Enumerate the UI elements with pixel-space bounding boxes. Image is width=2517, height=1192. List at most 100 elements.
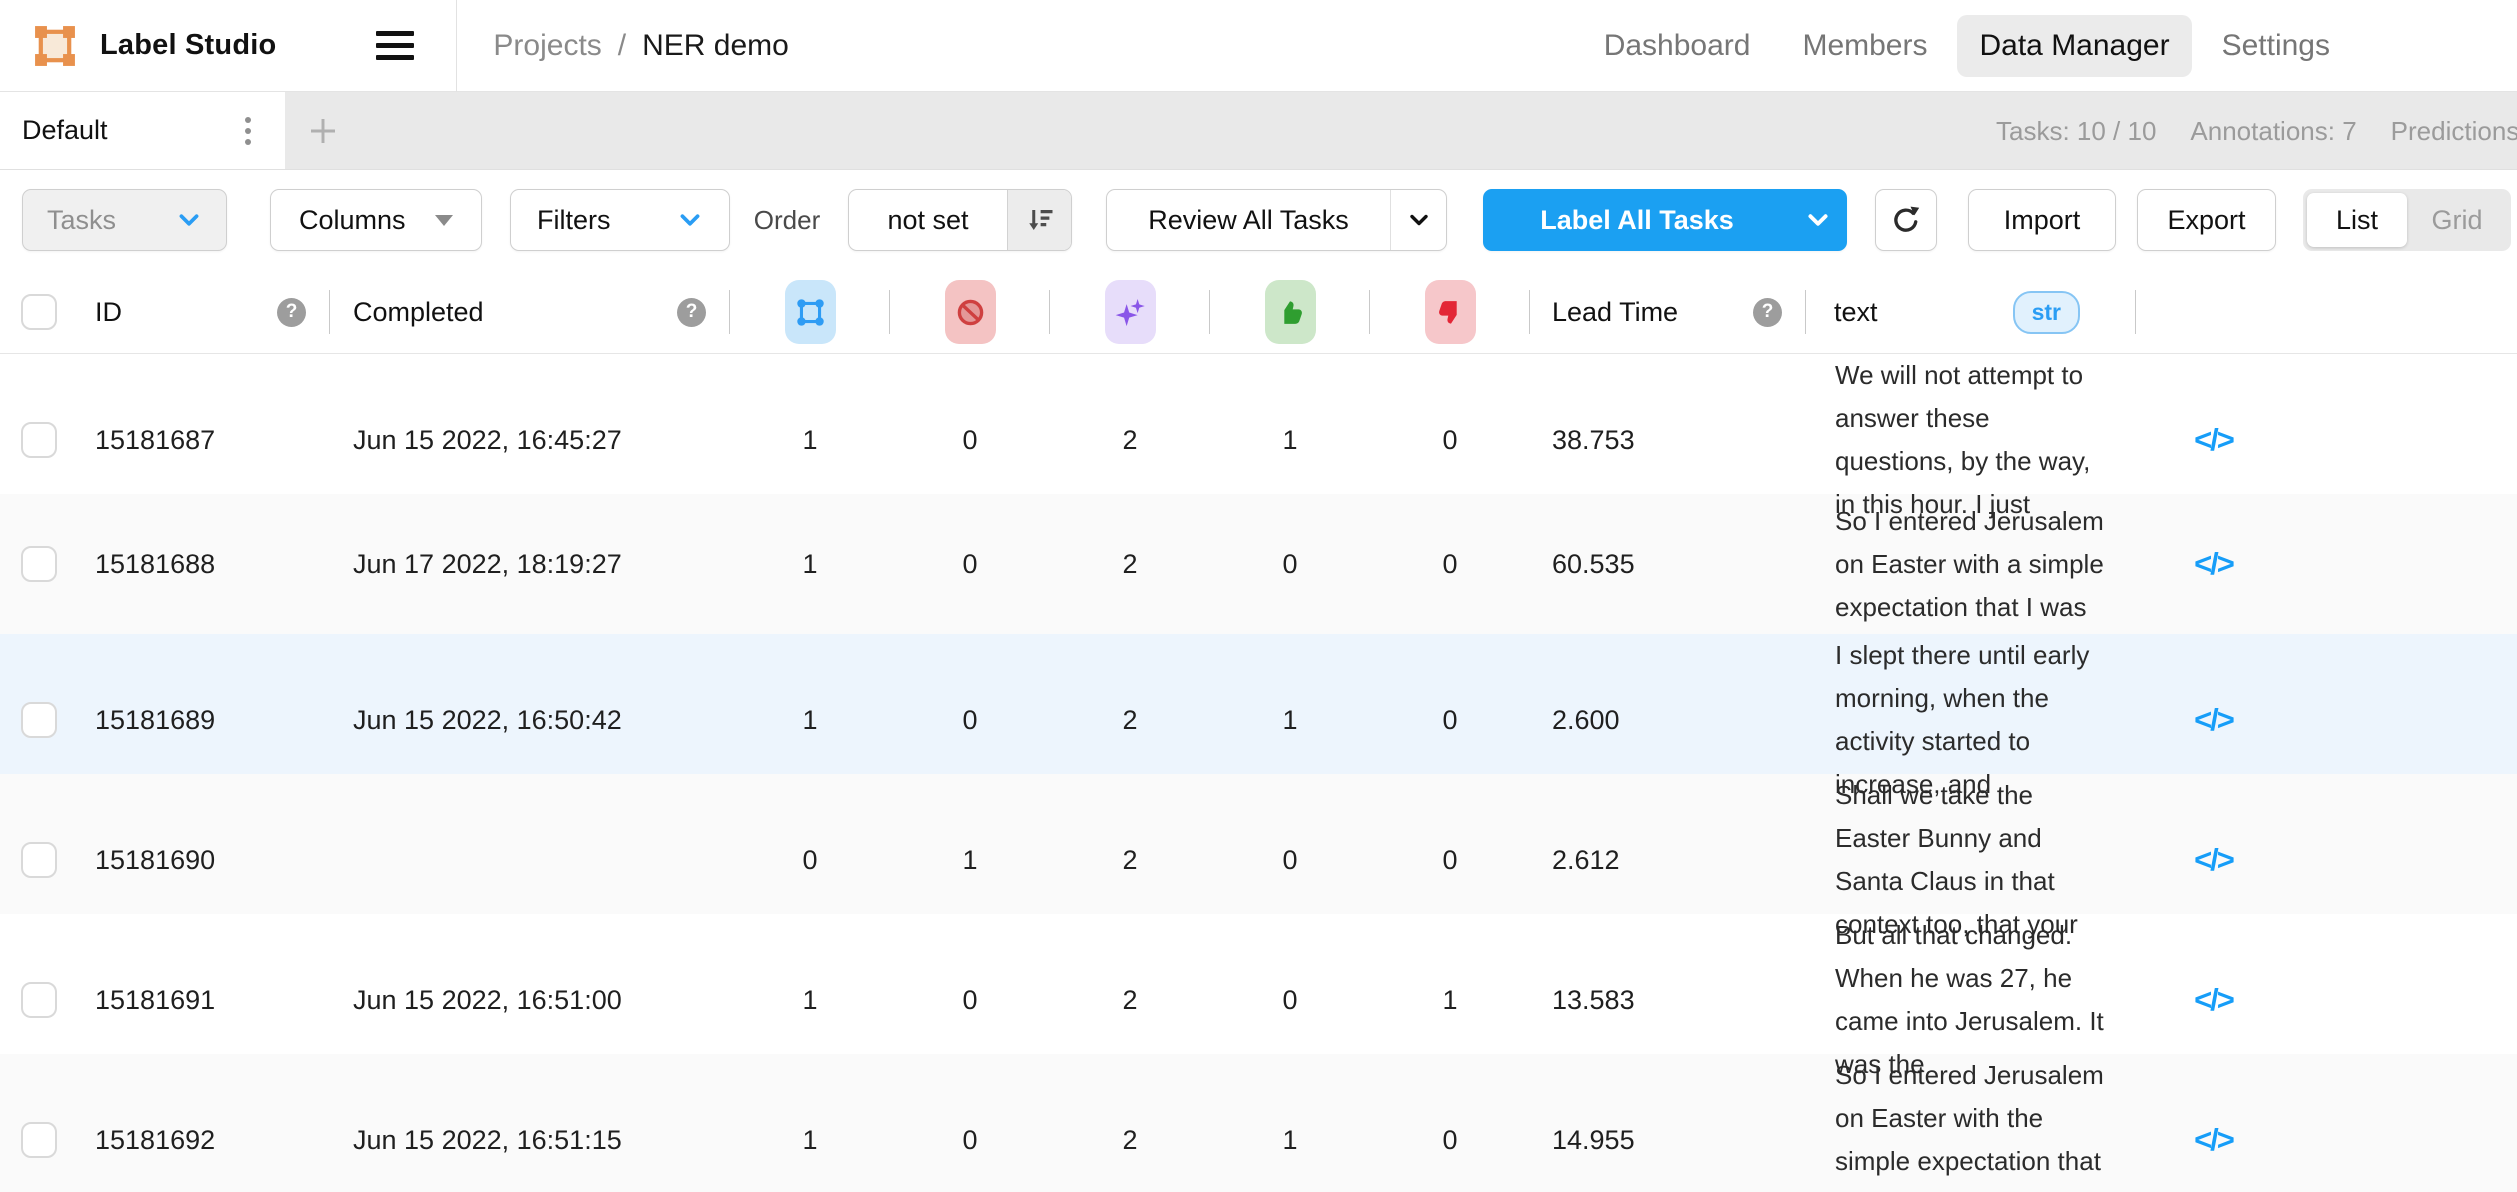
label-all-dropdown-toggle[interactable] <box>1790 190 1846 250</box>
task-text-snippet: So I entered Jerusalem on Easter with a … <box>1806 500 2136 629</box>
stat-tasks: Tasks: 10 / 10 <box>1996 116 2156 147</box>
accepted-count: 1 <box>1210 1125 1370 1156</box>
table-row[interactable]: 15181691 Jun 15 2022, 16:51:00 1 0 2 0 1… <box>0 914 2517 1054</box>
table-row-highlighted[interactable]: 15181689 Jun 15 2022, 16:50:42 1 0 2 1 0… <box>0 634 2517 774</box>
cancelled-count: 0 <box>890 705 1050 736</box>
column-header-lead-time[interactable]: Lead Time ? <box>1530 270 1806 354</box>
import-button[interactable]: Import <box>1968 189 2116 251</box>
show-source-icon[interactable]: </> <box>2194 842 2233 877</box>
column-header-filler <box>2291 270 2517 354</box>
stat-annotations: Annotations: 7 <box>2190 116 2356 147</box>
tab-menu-kebab-icon[interactable] <box>239 111 257 151</box>
review-all-tasks-label: Review All Tasks <box>1107 205 1390 236</box>
predictions-count: 2 <box>1050 845 1210 876</box>
cancelled-count: 0 <box>890 1125 1050 1156</box>
lead-time: 2.612 <box>1530 845 1806 876</box>
column-type-badge: str <box>2013 291 2080 334</box>
column-header-annotations[interactable] <box>730 270 890 354</box>
nav-data-manager[interactable]: Data Manager <box>1957 15 2191 77</box>
app-header: Label Studio Projects / NER demo Dashboa… <box>0 0 2517 92</box>
task-id: 15181691 <box>75 985 330 1016</box>
rejected-count: 0 <box>1370 845 1530 876</box>
column-header-completed[interactable]: Completed ? <box>330 270 730 354</box>
review-all-dropdown-toggle[interactable] <box>1390 190 1446 250</box>
show-source-icon[interactable]: </> <box>2194 982 2233 1017</box>
accepted-count: 1 <box>1210 705 1370 736</box>
lead-time: 14.955 <box>1530 1125 1806 1156</box>
tasks-dropdown[interactable]: Tasks <box>22 189 227 251</box>
accepted-count: 0 <box>1210 985 1370 1016</box>
row-checkbox[interactable] <box>21 422 57 458</box>
column-header-rejected[interactable] <box>1370 270 1530 354</box>
row-checkbox[interactable] <box>21 1122 57 1158</box>
nav-settings[interactable]: Settings <box>2200 15 2352 77</box>
table-row[interactable]: 15181692 Jun 15 2022, 16:51:15 1 0 2 1 0… <box>0 1054 2517 1192</box>
accepted-count: 1 <box>1210 425 1370 456</box>
label-studio-logo-icon <box>32 23 78 69</box>
order-value-button[interactable]: not set <box>848 189 1072 251</box>
nav-members[interactable]: Members <box>1780 15 1949 77</box>
columns-dropdown-label: Columns <box>299 205 406 236</box>
sort-descending-icon <box>1025 205 1055 235</box>
tab-label: Default <box>22 115 108 146</box>
view-grid-button[interactable]: Grid <box>2407 193 2507 247</box>
help-icon[interactable]: ? <box>1753 298 1782 327</box>
breadcrumb-current-project: NER demo <box>642 29 789 63</box>
task-completed: Jun 17 2022, 18:19:27 <box>330 549 730 580</box>
tab-bar: Default Tasks: 10 / 10 Annotations: 7 Pr… <box>0 92 2517 170</box>
column-header-text[interactable]: text str <box>1806 270 2136 354</box>
filters-dropdown[interactable]: Filters <box>510 189 730 251</box>
annotations-count-icon <box>785 280 836 344</box>
row-checkbox[interactable] <box>21 842 57 878</box>
column-header-accepted[interactable] <box>1210 270 1370 354</box>
hamburger-menu-icon[interactable] <box>376 31 414 60</box>
export-button[interactable]: Export <box>2137 189 2276 251</box>
column-header-predictions[interactable] <box>1050 270 1210 354</box>
cancelled-count: 0 <box>890 985 1050 1016</box>
column-header-source <box>2136 270 2291 354</box>
show-source-icon[interactable]: </> <box>2194 422 2233 457</box>
breadcrumb-separator: / <box>618 29 626 63</box>
tab-default[interactable]: Default <box>0 92 285 169</box>
cancelled-count: 1 <box>890 845 1050 876</box>
row-checkbox[interactable] <box>21 982 57 1018</box>
chevron-down-icon <box>1805 207 1831 233</box>
triangle-down-icon <box>435 215 453 226</box>
row-checkbox[interactable] <box>21 546 57 582</box>
select-all-checkbox[interactable] <box>21 294 57 330</box>
column-header-id[interactable]: ID ? <box>75 270 330 354</box>
columns-dropdown[interactable]: Columns <box>270 189 482 251</box>
help-icon[interactable]: ? <box>677 298 706 327</box>
breadcrumb-projects[interactable]: Projects <box>493 29 601 63</box>
column-label-id: ID <box>95 297 122 328</box>
column-label-completed: Completed <box>353 297 484 328</box>
nav-dashboard[interactable]: Dashboard <box>1582 15 1773 77</box>
annotations-count: 1 <box>730 705 890 736</box>
sort-direction-button[interactable] <box>1007 190 1071 250</box>
tasks-dropdown-label: Tasks <box>47 205 116 236</box>
table-row[interactable]: 15181688 Jun 17 2022, 18:19:27 1 0 2 0 0… <box>0 494 2517 634</box>
view-list-button[interactable]: List <box>2307 193 2407 247</box>
label-all-tasks-label: Label All Tasks <box>1484 205 1790 236</box>
label-all-tasks-button[interactable]: Label All Tasks <box>1483 189 1847 251</box>
review-all-tasks-button[interactable]: Review All Tasks <box>1106 189 1447 251</box>
order-label: Order <box>752 205 822 236</box>
column-header-cancelled[interactable] <box>890 270 1050 354</box>
help-icon[interactable]: ? <box>277 298 306 327</box>
task-text-snippet: So I entered Jerusalem on Easter with th… <box>1806 1054 2136 1192</box>
show-source-icon[interactable]: </> <box>2194 546 2233 581</box>
accepted-count: 0 <box>1210 845 1370 876</box>
refresh-button[interactable] <box>1875 189 1937 251</box>
show-source-icon[interactable]: </> <box>2194 702 2233 737</box>
add-tab-button[interactable] <box>285 92 361 169</box>
accepted-count: 0 <box>1210 549 1370 580</box>
table-row[interactable]: 15181690 0 1 2 0 0 2.612 Shall we take t… <box>0 774 2517 914</box>
cancelled-count: 0 <box>890 549 1050 580</box>
row-checkbox[interactable] <box>21 702 57 738</box>
annotations-count: 0 <box>730 845 890 876</box>
show-source-icon[interactable]: </> <box>2194 1122 2233 1157</box>
lead-time: 2.600 <box>1530 705 1806 736</box>
table-row[interactable]: 15181687 Jun 15 2022, 16:45:27 1 0 2 1 0… <box>0 354 2517 494</box>
predictions-count: 2 <box>1050 425 1210 456</box>
import-label: Import <box>2004 205 2081 236</box>
